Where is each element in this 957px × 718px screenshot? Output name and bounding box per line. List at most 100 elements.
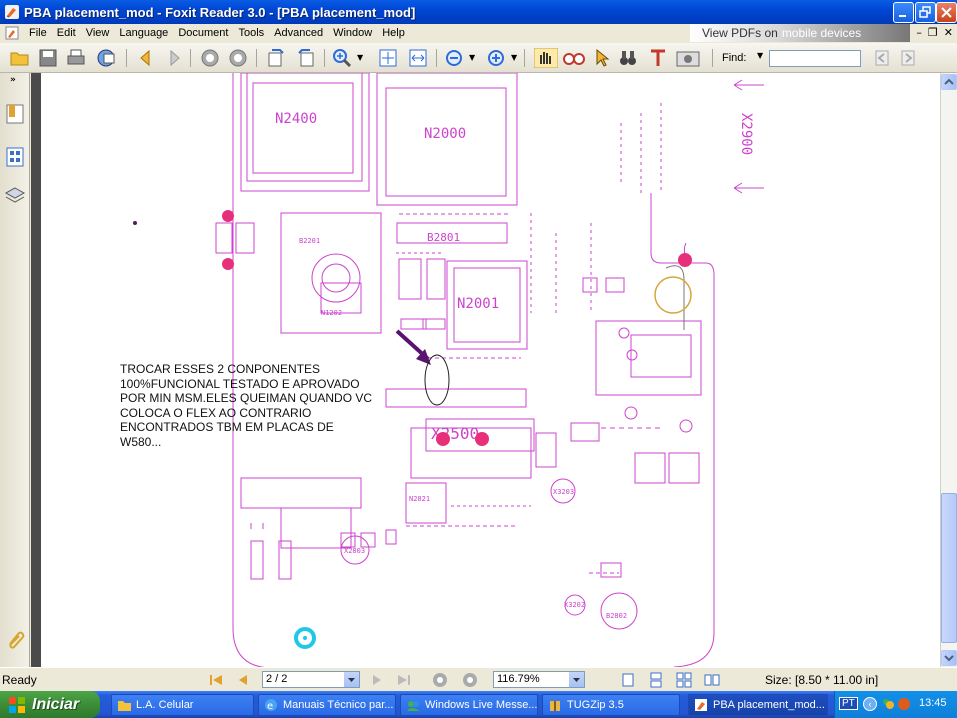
find-input[interactable]: [769, 50, 861, 67]
scrollbar-thumb[interactable]: [941, 493, 957, 643]
menu-window[interactable]: Window: [328, 27, 377, 39]
page-dropdown-icon[interactable]: [344, 672, 359, 687]
maximize-button[interactable]: [915, 2, 936, 23]
facing-continuous-layout-icon[interactable]: [676, 672, 692, 688]
task-label: L.A. Celular: [136, 699, 194, 711]
thumbnails-icon[interactable]: [4, 146, 26, 168]
text-tool-icon[interactable]: [648, 48, 668, 68]
open-folder-icon[interactable]: [10, 48, 30, 68]
facing-layout-icon[interactable]: [704, 672, 720, 688]
first-page-icon[interactable]: [208, 673, 224, 687]
task-button-la-celular[interactable]: L.A. Celular: [111, 694, 254, 716]
mobile-ad-banner[interactable]: View PDFs on mobile devices: [690, 24, 910, 42]
attachments-paperclip-icon[interactable]: [4, 628, 26, 650]
label-x2900: X2900: [738, 113, 754, 155]
expand-pane-icon[interactable]: »: [10, 75, 16, 85]
fit-width-icon[interactable]: [408, 48, 428, 68]
task-label: PBA placement_mod...: [713, 699, 825, 711]
menu-advanced[interactable]: Advanced: [269, 27, 328, 39]
start-label: Iniciar: [32, 695, 80, 713]
label-n2001: N2001: [457, 296, 499, 312]
zoom-in-icon[interactable]: [486, 48, 506, 68]
menu-tools[interactable]: Tools: [233, 27, 269, 39]
find-next-icon[interactable]: [898, 48, 918, 68]
previous-view-icon[interactable]: [432, 672, 448, 688]
scroll-down-icon[interactable]: [941, 650, 957, 666]
label-n2821: N2821: [409, 495, 430, 503]
label-x3203: X3203: [553, 488, 574, 496]
vertical-scrollbar[interactable]: [940, 73, 957, 667]
zip-icon: [550, 701, 560, 711]
windows-taskbar: Iniciar L.A. Celular e Manuais Técnico p…: [0, 691, 957, 718]
snapshot-camera-icon[interactable]: [676, 48, 700, 68]
previous-page-icon[interactable]: [136, 48, 156, 68]
next-view-icon[interactable]: [462, 672, 478, 688]
zoom-dropdown-icon[interactable]: [569, 672, 584, 687]
start-button[interactable]: Iniciar: [0, 691, 100, 718]
toolbar: ▼ ▼ ▼ Find: ▼: [0, 43, 957, 73]
menu-language[interactable]: Language: [114, 27, 173, 39]
go-back-icon[interactable]: [200, 48, 220, 68]
go-forward-icon[interactable]: [228, 48, 248, 68]
doc-minimize-icon[interactable]: –: [916, 26, 922, 39]
loupe-tool-icon[interactable]: [562, 48, 586, 68]
navigation-pane: »: [0, 73, 30, 667]
continuous-layout-icon[interactable]: [648, 672, 664, 688]
title-bar[interactable]: PBA placement_mod - Foxit Reader 3.0 - […: [0, 0, 957, 24]
page-number: 2 / 2: [266, 673, 288, 685]
menu-view[interactable]: View: [81, 27, 115, 39]
zoom-out-icon[interactable]: [444, 48, 464, 68]
pdf-page[interactable]: N2400 N2000 N2001 B2801 X2500 X2900 N282…: [41, 73, 940, 667]
menu-edit[interactable]: Edit: [52, 27, 81, 39]
menu-file[interactable]: File: [24, 27, 52, 39]
print-icon[interactable]: [66, 48, 86, 68]
language-indicator[interactable]: PT: [839, 697, 858, 710]
task-button-foxit[interactable]: PBA placement_mod...: [688, 694, 828, 716]
task-button-manuais[interactable]: e Manuais Técnico par...: [258, 694, 396, 716]
find-binoculars-icon[interactable]: [618, 48, 638, 68]
zoom-out-dropdown-icon[interactable]: ▼: [469, 53, 475, 62]
antivirus-tray-icon[interactable]: [897, 697, 911, 711]
ad-highlight: mobile devices: [781, 26, 862, 40]
zoom-in-dropdown-icon[interactable]: ▼: [511, 53, 517, 62]
find-previous-icon[interactable]: [872, 48, 892, 68]
zoom-field[interactable]: 116.79%: [493, 671, 585, 688]
tray-expand-icon[interactable]: ‹: [863, 697, 877, 711]
single-page-layout-icon[interactable]: [620, 672, 636, 688]
windows-logo-icon: [9, 696, 25, 713]
doc-restore-icon[interactable]: ❐: [928, 26, 938, 39]
doc-close-icon[interactable]: ✕: [944, 26, 953, 39]
menu-help[interactable]: Help: [377, 27, 410, 39]
bookmarks-icon[interactable]: [4, 103, 26, 125]
menu-document[interactable]: Document: [173, 27, 233, 39]
zoom-value: 116.79%: [497, 673, 540, 685]
next-page-icon[interactable]: [164, 48, 184, 68]
hand-tool-icon[interactable]: [534, 48, 558, 68]
find-label: Find:: [722, 52, 747, 64]
page-number-field[interactable]: 2 / 2: [262, 671, 360, 688]
select-arrow-icon[interactable]: [592, 48, 612, 68]
close-button[interactable]: [936, 2, 957, 23]
email-icon[interactable]: [96, 48, 116, 68]
last-page-icon[interactable]: [396, 673, 412, 687]
find-options-icon[interactable]: ▼: [757, 51, 763, 60]
label-n2000: N2000: [424, 126, 466, 142]
document-viewport[interactable]: N2400 N2000 N2001 B2801 X2500 X2900 N282…: [31, 73, 940, 667]
rotate-right-icon[interactable]: [296, 48, 316, 68]
fit-page-icon[interactable]: [378, 48, 398, 68]
scroll-up-icon[interactable]: [941, 74, 957, 90]
rotate-left-icon[interactable]: [266, 48, 286, 68]
status-bar: Ready 2 / 2 116.79% Size: [8.50 * 11.00 …: [0, 667, 957, 691]
save-icon[interactable]: [38, 48, 58, 68]
layers-icon[interactable]: [4, 185, 26, 207]
zoom-in-magnifier-icon[interactable]: [332, 48, 352, 68]
task-button-tugzip[interactable]: TUGZip 3.5: [542, 694, 680, 716]
minimize-button[interactable]: [893, 2, 914, 23]
task-button-messenger[interactable]: Windows Live Messe...: [400, 694, 538, 716]
zoom-dropdown-arrow-icon[interactable]: ▼: [357, 53, 363, 62]
next-page-status-icon[interactable]: [370, 673, 384, 687]
document-menu-icon[interactable]: [4, 25, 20, 41]
prev-page-status-icon[interactable]: [236, 673, 250, 687]
label-x3202: X3202: [564, 601, 585, 609]
messenger-tray-icon[interactable]: [881, 697, 895, 711]
